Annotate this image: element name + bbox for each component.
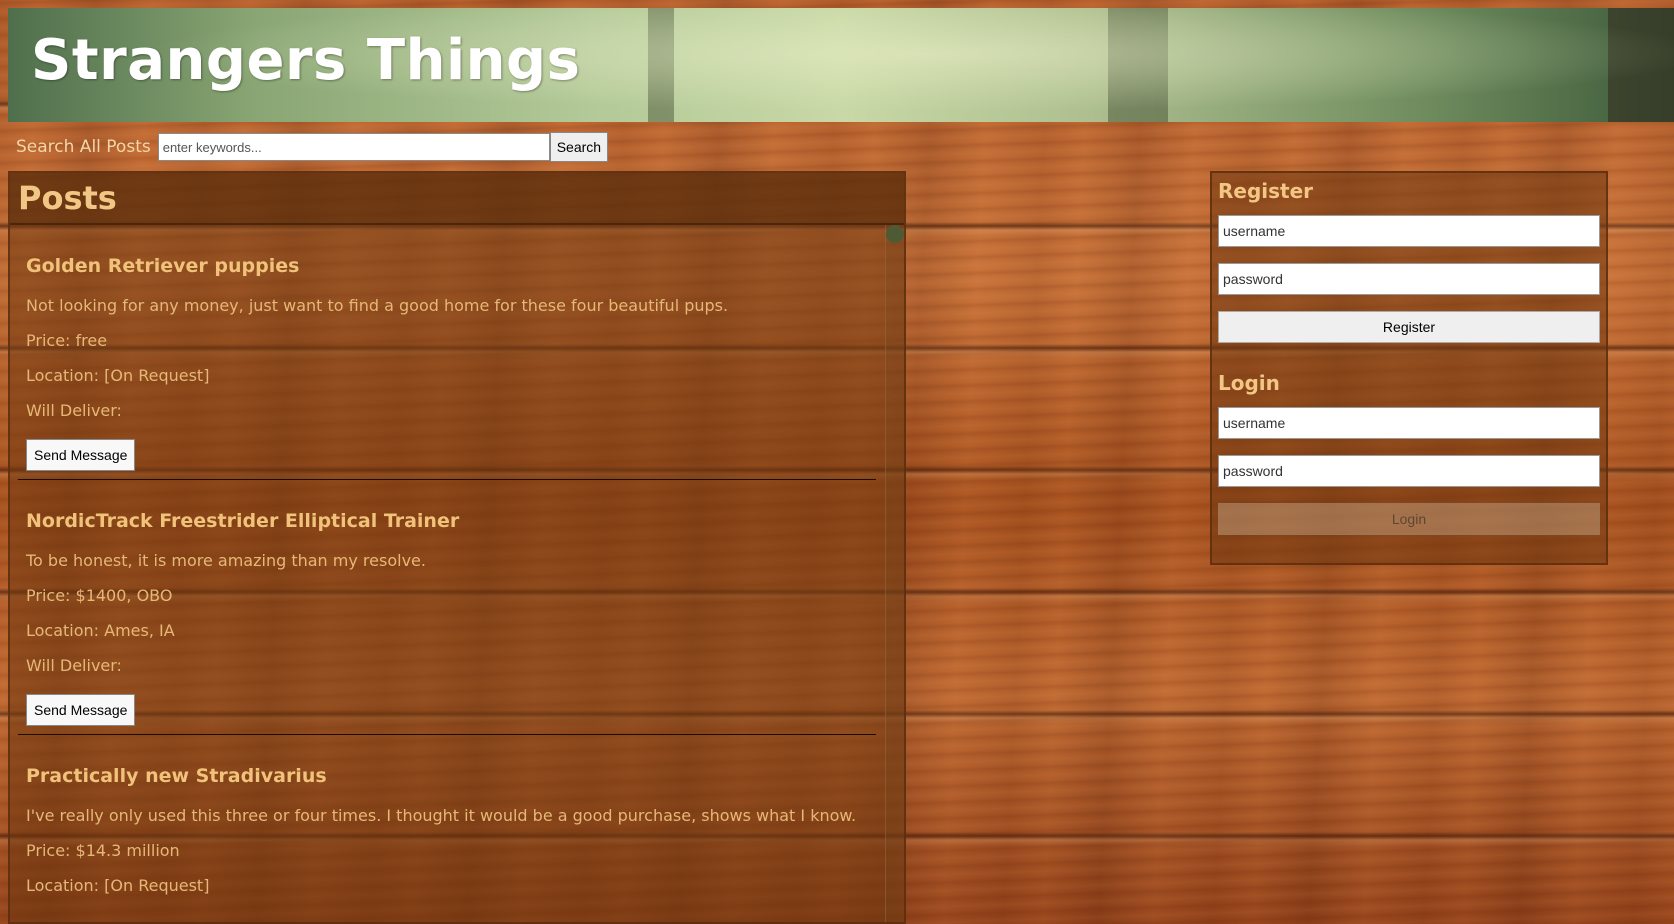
register-button[interactable]: Register (1218, 311, 1600, 343)
post-card: Golden Retriever puppies Not looking for… (18, 225, 876, 480)
scrollbar-thumb[interactable] (886, 225, 904, 243)
post-location: Location: [On Request] (26, 876, 210, 895)
search-label: Search All Posts (16, 137, 151, 157)
posts-scrollbar[interactable] (885, 225, 904, 922)
login-button[interactable]: Login (1218, 503, 1600, 535)
post-price: Price: $14.3 million (26, 841, 180, 860)
post-title: Golden Retriever puppies (26, 255, 300, 277)
search-bar: Search All Posts Search (16, 131, 609, 163)
post-will-deliver: Will Deliver: (26, 656, 122, 675)
login-username-input[interactable] (1218, 407, 1600, 439)
post-description: Not looking for any money, just want to … (26, 296, 729, 315)
post-location: Location: Ames, IA (26, 621, 175, 640)
site-header-banner: Strangers Things (8, 8, 1674, 122)
post-title: Practically new Stradivarius (26, 765, 327, 787)
register-password-input[interactable] (1218, 263, 1600, 295)
post-price: Price: free (26, 331, 108, 350)
send-message-button[interactable]: Send Message (26, 439, 136, 471)
post-description: I've really only used this three or four… (26, 806, 857, 825)
post-will-deliver: Will Deliver: (26, 401, 122, 420)
send-message-button[interactable]: Send Message (26, 694, 136, 726)
post-card: Practically new Stradivarius I've really… (18, 735, 876, 918)
posts-title: Posts (18, 179, 117, 217)
post-price: Price: $1400, OBO (26, 586, 173, 605)
post-card: NordicTrack Freestrider Elliptical Train… (18, 480, 876, 735)
site-title: Strangers Things (31, 28, 581, 93)
register-username-input[interactable] (1218, 215, 1600, 247)
post-description: To be honest, it is more amazing than my… (26, 551, 426, 570)
post-location: Location: [On Request] (26, 366, 210, 385)
posts-header: Posts (10, 173, 904, 225)
post-title: NordicTrack Freestrider Elliptical Train… (26, 510, 460, 532)
search-button[interactable]: Search (549, 132, 609, 162)
auth-panel: Register Register Login Login (1210, 171, 1608, 565)
search-input[interactable] (157, 133, 550, 161)
posts-panel: Posts Golden Retriever puppies Not looki… (8, 171, 906, 924)
login-password-input[interactable] (1218, 455, 1600, 487)
login-heading: Login (1218, 371, 1280, 395)
register-heading: Register (1218, 179, 1314, 203)
